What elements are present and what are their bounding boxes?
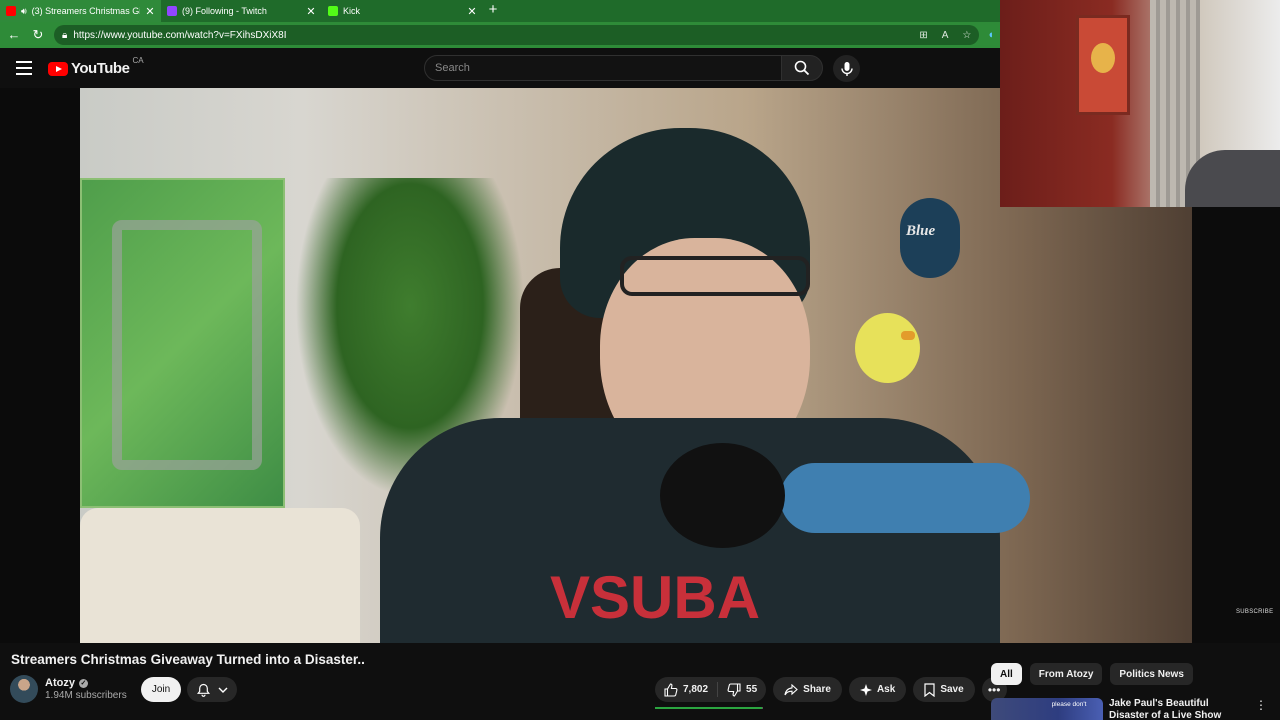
verified-icon: ✓	[78, 678, 88, 688]
refresh-icon[interactable]: ↻	[30, 27, 46, 43]
tab-youtube[interactable]: 🔊︎ (3) Streamers Christmas Giveaway Turn…	[0, 0, 161, 22]
recommended-thumbnail[interactable]: please don't	[991, 698, 1103, 720]
subscriber-count: 1.94M subscribers	[45, 690, 127, 701]
address-bar[interactable]: 🔒︎ https://www.youtube.com/watch?v=FXihs…	[54, 25, 980, 45]
channel-avatar[interactable]	[10, 675, 38, 703]
notifications-button[interactable]	[187, 677, 237, 702]
youtube-favicon-icon	[6, 6, 16, 16]
thumbs-up-icon	[664, 682, 678, 697]
twitch-favicon-icon	[167, 6, 177, 16]
video-actions: 7,802 55 Share Ask Save •••	[655, 677, 1007, 702]
recommended-title[interactable]: Jake Paul's Beautiful Disaster of a Live…	[1109, 698, 1249, 720]
microphone-icon	[840, 61, 853, 76]
chip-from-channel[interactable]: From Atozy	[1029, 663, 1103, 685]
tab-twitch[interactable]: (9) Following - Twitch ✕	[161, 0, 322, 22]
like-dislike-group: 7,802 55	[655, 677, 767, 702]
couch	[80, 508, 360, 643]
like-button[interactable]: 7,802	[655, 677, 717, 702]
share-icon	[784, 683, 798, 695]
shirt-print: VSUBA	[550, 564, 761, 631]
close-tab-icon[interactable]: ✕	[467, 5, 477, 18]
sparkle-icon	[859, 683, 872, 696]
browser-tab-strip: 🔊︎ (3) Streamers Christmas Giveaway Turn…	[0, 0, 1000, 22]
chip-politics-news[interactable]: Politics News	[1110, 663, 1193, 685]
tab-kick[interactable]: Kick ✕	[322, 0, 483, 22]
hamburger-menu-icon[interactable]	[16, 61, 32, 75]
url-text: https://www.youtube.com/watch?v=FXihsDXi…	[73, 29, 287, 41]
copilot-icon[interactable]: ◖	[987, 29, 994, 41]
app-available-icon[interactable]: ⊞	[919, 30, 927, 41]
like-ratio-fill	[655, 707, 763, 709]
join-button[interactable]: Join	[141, 677, 181, 702]
rubber-duck	[855, 313, 920, 383]
tab-title: Kick	[343, 6, 361, 16]
search-icon	[794, 60, 810, 76]
save-label: Save	[940, 684, 964, 695]
microphone-capsule	[780, 463, 1030, 533]
recommendation-filter-chips: All From Atozy Politics News	[991, 663, 1193, 685]
logo-text: YouTube	[71, 60, 130, 77]
ask-label: Ask	[876, 684, 896, 695]
subscribe-watermark[interactable]: SUBSCRIBE	[1236, 609, 1273, 615]
new-tab-button[interactable]: +	[483, 0, 503, 22]
kick-favicon-icon	[328, 6, 338, 16]
youtube-logo[interactable]: YouTube CA	[48, 56, 144, 77]
pop-filter	[660, 443, 785, 548]
person-shoulder	[1185, 150, 1280, 207]
microphone-body: Blue	[900, 198, 960, 278]
wall-poster	[1076, 15, 1130, 115]
youtube-play-icon	[48, 61, 68, 76]
speaker-icon[interactable]: 🔊︎	[21, 6, 27, 17]
channel-name[interactable]: Atozy	[45, 677, 75, 689]
bell-icon	[196, 683, 210, 697]
webcam-overlay	[1000, 0, 1280, 207]
close-tab-icon[interactable]: ✕	[306, 5, 316, 18]
youtube-header: YouTube CA	[0, 48, 1000, 88]
screen: 🔊︎ (3) Streamers Christmas Giveaway Turn…	[0, 0, 1280, 720]
tab-title: (9) Following - Twitch	[182, 6, 267, 16]
thumbnail-text: please don't	[1051, 701, 1087, 708]
search-input[interactable]	[435, 62, 771, 74]
chevron-down-icon	[218, 687, 227, 693]
chip-all[interactable]: All	[991, 663, 1022, 685]
dislike-button[interactable]: 55	[718, 677, 766, 702]
like-count: 7,802	[683, 684, 709, 695]
more-vertical-icon[interactable]: ⋮	[1255, 698, 1267, 720]
streamer-glasses	[620, 256, 810, 296]
bookmark-icon	[924, 682, 935, 697]
tab-title: (3) Streamers Christmas Giveaway Turned …	[31, 6, 140, 16]
lock-icon: 🔒︎	[62, 29, 68, 41]
like-ratio-bar	[655, 707, 763, 709]
voice-search-button[interactable]	[833, 55, 860, 82]
read-aloud-icon[interactable]: A	[942, 30, 949, 41]
save-button[interactable]: Save	[913, 677, 975, 702]
video-letterbox-left	[0, 88, 80, 643]
browser-toolbar: ← ↻ 🔒︎ https://www.youtube.com/watch?v=F…	[0, 22, 1000, 48]
play-mat-wall	[80, 178, 285, 508]
share-label: Share	[803, 684, 831, 695]
country-code: CA	[132, 56, 144, 65]
share-button[interactable]: Share	[773, 677, 842, 702]
channel-info: Atozy ✓ 1.94M subscribers	[10, 675, 127, 703]
thumbs-down-icon	[727, 682, 741, 697]
favorite-star-icon[interactable]: ☆	[962, 30, 971, 41]
back-arrow-icon[interactable]: ←	[6, 27, 22, 43]
video-title: Streamers Christmas Giveaway Turned into…	[11, 652, 365, 667]
ask-button[interactable]: Ask	[848, 677, 907, 702]
search-button[interactable]	[781, 55, 823, 81]
dislike-count: 55	[746, 684, 758, 695]
close-tab-icon[interactable]: ✕	[145, 5, 155, 18]
recommended-video[interactable]: please don't Jake Paul's Beautiful Disas…	[991, 698, 1271, 720]
search-box[interactable]	[424, 55, 782, 81]
